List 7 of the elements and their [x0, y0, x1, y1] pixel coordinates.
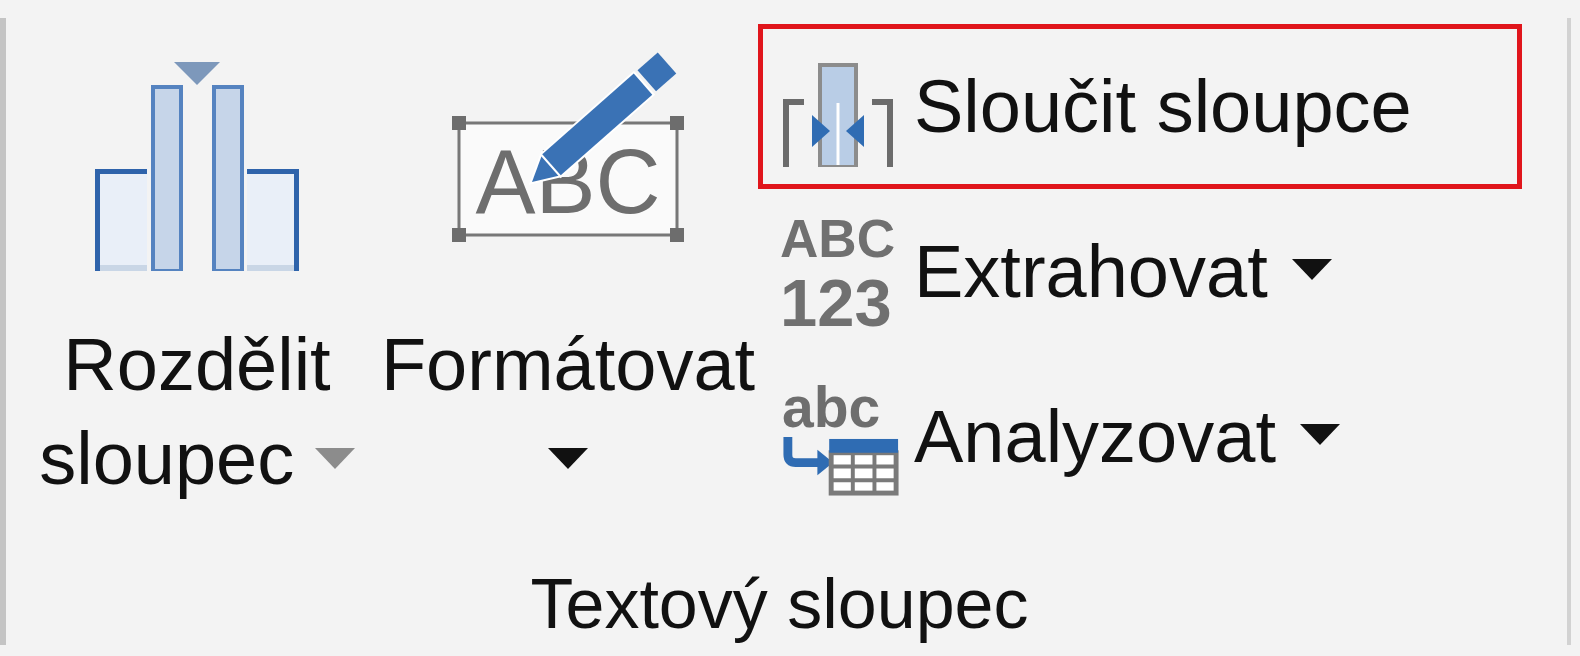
group-title: Textový sloupec — [530, 564, 1029, 644]
columns-icon — [93, 61, 301, 271]
parse-button[interactable]: abc Analyzovat — [780, 376, 1340, 497]
split-column-button[interactable]: Rozdělit sloupec — [32, 24, 362, 506]
merge-columns-icon — [780, 62, 896, 167]
abc-123-icon: ABC 123 — [780, 214, 902, 329]
merge-columns-button[interactable]: Sloučit sloupce — [780, 46, 1412, 167]
